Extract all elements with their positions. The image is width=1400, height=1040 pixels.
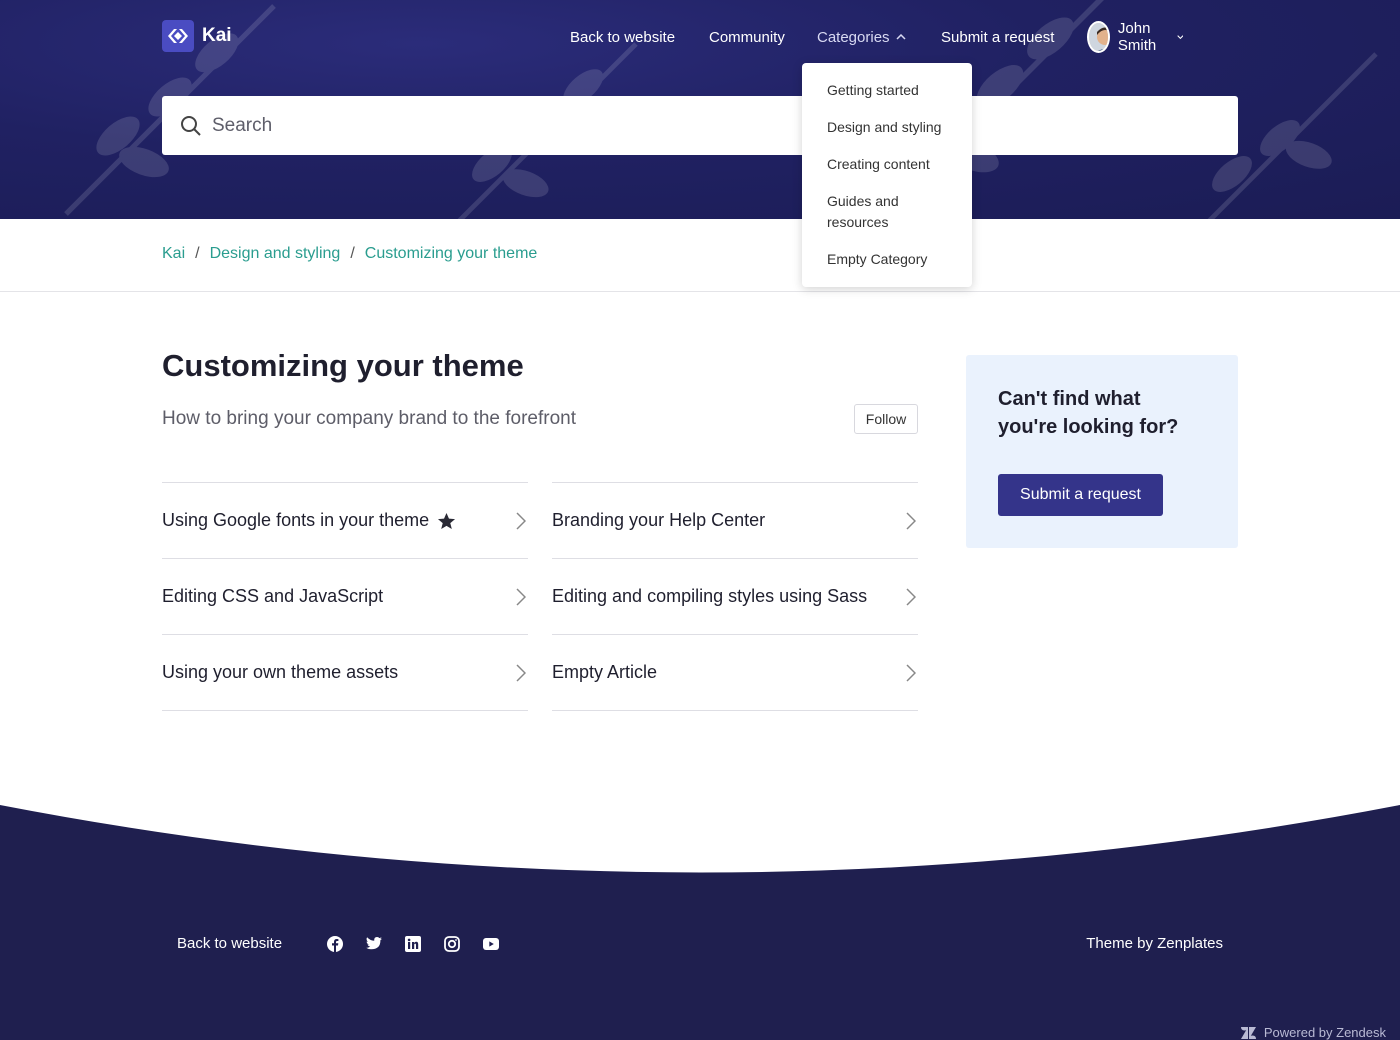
- article-link[interactable]: Editing and compiling styles using Sass: [552, 558, 918, 634]
- article-title: Using your own theme assets: [162, 662, 399, 682]
- brand-logo-icon: [162, 20, 194, 52]
- instagram-icon[interactable]: [444, 935, 460, 952]
- footer-background: [0, 805, 1400, 1040]
- breadcrumb: Kai / Design and styling / Customizing y…: [162, 245, 537, 263]
- article-title: Editing and compiling styles using Sass: [552, 586, 868, 606]
- footer-links: Back to website: [177, 935, 500, 952]
- article-title: Branding your Help Center: [552, 510, 766, 530]
- chevron-right-icon: [516, 511, 526, 530]
- twitter-icon[interactable]: [366, 936, 383, 952]
- footer-back-to-website[interactable]: Back to website: [177, 935, 282, 952]
- page-title: Customizing your theme: [162, 348, 524, 383]
- article-title: Empty Article: [552, 662, 658, 682]
- youtube-icon[interactable]: [483, 936, 500, 952]
- zendesk-logo-icon: [1240, 1026, 1256, 1039]
- powered-by-zendesk-link[interactable]: Powered by Zendesk: [1240, 1025, 1386, 1040]
- user-menu-toggle[interactable]: John Smith: [1087, 20, 1184, 54]
- article-link[interactable]: Editing CSS and JavaScript: [162, 558, 528, 634]
- breadcrumb-separator: /: [195, 245, 200, 262]
- section-description: How to bring your company brand to the f…: [162, 408, 577, 429]
- dropdown-item-empty-category[interactable]: Empty Category: [827, 249, 957, 270]
- nav-submit-request[interactable]: Submit a request: [941, 29, 1054, 46]
- article-link[interactable]: Using your own theme assets: [162, 634, 528, 710]
- chevron-right-icon: [516, 663, 526, 682]
- nav-back-to-website[interactable]: Back to website: [570, 29, 675, 46]
- star-icon: [438, 512, 456, 529]
- divider: [162, 710, 528, 711]
- breadcrumb-separator: /: [350, 245, 355, 262]
- dropdown-item-design-and-styling[interactable]: Design and styling: [827, 117, 957, 138]
- categories-dropdown-menu: Getting started Design and styling Creat…: [802, 63, 972, 287]
- breadcrumb-item-home[interactable]: Kai: [162, 245, 185, 263]
- dropdown-item-getting-started[interactable]: Getting started: [827, 80, 957, 101]
- chevron-right-icon: [906, 663, 916, 682]
- help-card-title: Can't find what you're looking for?: [998, 388, 1179, 438]
- powered-by-label: Powered by Zendesk: [1263, 1025, 1386, 1040]
- divider: [552, 710, 918, 711]
- dropdown-item-guides-and-resources[interactable]: Guides and resources: [827, 191, 957, 233]
- chevron-right-icon: [516, 587, 526, 606]
- chevron-right-icon: [906, 511, 916, 530]
- brand-logo-link[interactable]: Kai: [162, 20, 232, 52]
- nav-categories-label: Categories: [817, 28, 890, 46]
- brand-name: Kai: [202, 25, 232, 46]
- chevron-right-icon: [906, 587, 916, 606]
- article-title: Editing CSS and JavaScript: [162, 586, 384, 606]
- follow-button[interactable]: Follow: [854, 404, 918, 434]
- search-icon: [181, 115, 201, 136]
- search-input[interactable]: [212, 114, 1112, 137]
- breadcrumb-bar: Kai / Design and styling / Customizing y…: [0, 219, 1400, 292]
- article-title-wrap: Using Google fonts in your theme: [162, 510, 456, 531]
- linkedin-icon[interactable]: [405, 935, 422, 952]
- article-link[interactable]: Empty Article: [552, 634, 918, 710]
- chevron-up-icon: [896, 34, 906, 40]
- article-title: Using Google fonts in your theme: [162, 510, 430, 530]
- help-card: Can't find what you're looking for? Subm…: [966, 355, 1238, 548]
- theme-credit[interactable]: Theme by Zenplates: [1086, 935, 1223, 952]
- facebook-icon[interactable]: [327, 935, 344, 952]
- chevron-down-icon: [1176, 35, 1184, 40]
- article-link[interactable]: Using Google fonts in your theme: [162, 482, 528, 558]
- nav-community[interactable]: Community: [709, 29, 785, 46]
- breadcrumb-item-category[interactable]: Design and styling: [210, 245, 341, 263]
- user-name: John Smith: [1117, 20, 1157, 54]
- nav-categories-toggle[interactable]: Categories: [817, 29, 906, 46]
- avatar: [1087, 21, 1110, 53]
- article-link[interactable]: Branding your Help Center: [552, 482, 918, 558]
- hero-header: Kai Back to website Community Categories…: [0, 0, 1400, 219]
- search-bar: [162, 96, 1238, 155]
- breadcrumb-item-section[interactable]: Customizing your theme: [365, 245, 538, 263]
- submit-request-button[interactable]: Submit a request: [998, 474, 1163, 516]
- dropdown-item-creating-content[interactable]: Creating content: [827, 154, 957, 175]
